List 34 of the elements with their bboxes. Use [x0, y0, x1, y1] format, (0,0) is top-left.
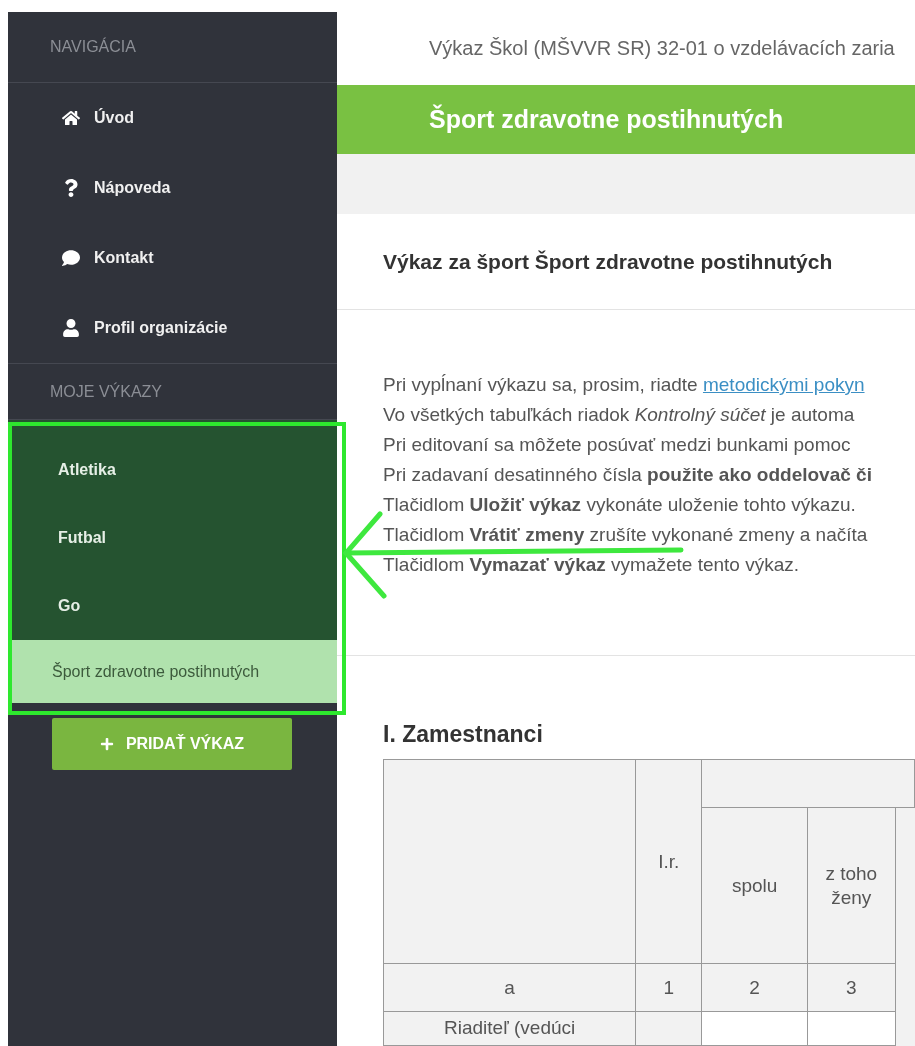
speech-bubble-icon [62, 249, 80, 267]
sidebar-item[interactable]: Profil organizácie [8, 293, 337, 363]
table-cell: 2 [701, 963, 808, 1012]
sidebar-item[interactable]: Nápoveda [8, 153, 337, 223]
instruction-line: Tlačidlom Uložiť výkaz vykonáte uloženie tohto výkazu. [383, 493, 857, 517]
instruction-line: Vo všetkých tabuľkách riadok Kontrolný súčet je automa [383, 403, 856, 427]
instruction-line: Tlačidlom Vymazať výkaz vymažete tento výkaz. [383, 553, 801, 577]
section-heading: NAVIGÁCIA [8, 12, 337, 83]
breadcrumb-text: Výkaz Škol (MŠVVR SR) 32-01 o vzdelávacích zaria [429, 36, 895, 62]
page-title: Šport zdravotne postihnutých [429, 103, 784, 135]
section-title: I. Zamestnanci [383, 720, 544, 748]
instruction-line: Pri editovaní sa môžete posúvať medzi bunkami pomoc [383, 433, 852, 457]
person-icon [62, 319, 80, 337]
table-cell: a [383, 963, 636, 1012]
table-cell: 3 [807, 963, 896, 1012]
home-icon [62, 109, 80, 127]
sidebar-item[interactable]: Atletika [8, 436, 337, 504]
instruction-line: Tlačidlom Vrátiť zmeny zrušíte vykonané zmeny a načíta [383, 523, 869, 547]
sidebar-item[interactable]: Go [8, 572, 337, 640]
sidebar-item[interactable]: Kontakt [8, 223, 337, 293]
table-cell: 1 [635, 963, 702, 1012]
table-header-cell: spolu [701, 807, 808, 964]
table-cell [635, 1011, 702, 1046]
card-title: Výkaz za šport Šport zdravotne postihnutých [383, 248, 833, 275]
plus-icon [99, 737, 114, 751]
sidebar-item[interactable]: Futbal [8, 504, 337, 572]
table-header-cell: z toho ženy [807, 807, 896, 964]
instruction-line: Pri vypĺnaní výkazu sa, prosim, riadte metodickými pokyn [383, 373, 866, 397]
instruction-line: Pri zadavaní desatinného čísla použite ako oddelovač či [383, 463, 873, 487]
sidebar-item[interactable]: Úvod [8, 83, 337, 153]
table-cell: Riaditeľ (vedúci [383, 1011, 636, 1046]
table-header-cell: I.r. [635, 759, 702, 964]
guidelines-link[interactable]: metodickými pokyn [702, 374, 865, 395]
question-mark-icon [62, 179, 80, 197]
